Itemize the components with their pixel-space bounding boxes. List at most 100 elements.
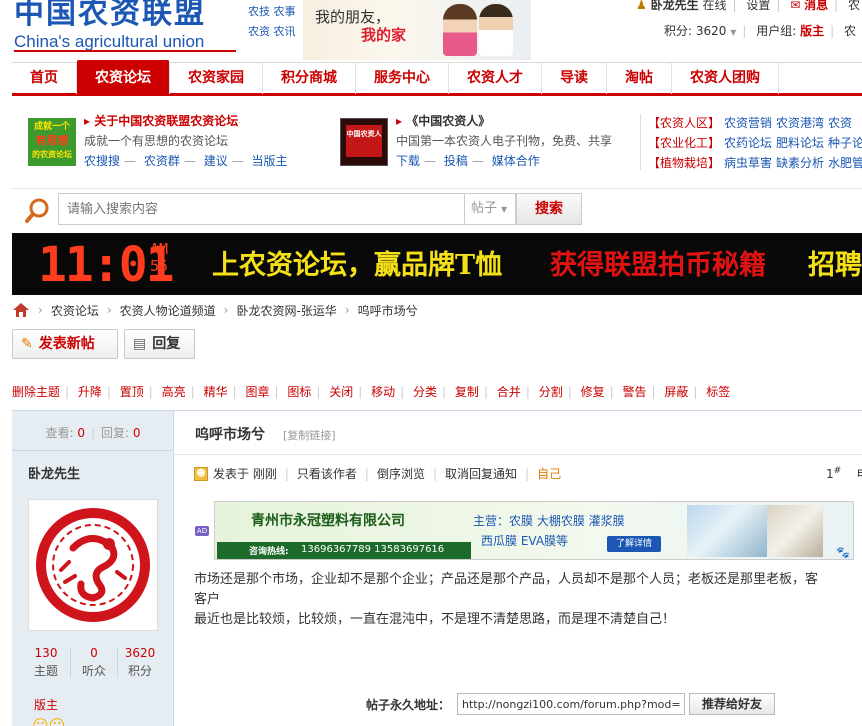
banner-person-icon — [443, 4, 477, 56]
category-link[interactable]: 病虫草害 — [724, 156, 772, 170]
cancel-notify-link[interactable]: 取消回复通知 — [445, 465, 517, 482]
more-link[interactable]: 农 — [848, 0, 860, 12]
recommend-button[interactable]: 推荐给好友 — [689, 693, 775, 715]
mod-move[interactable]: 移动 — [371, 385, 395, 399]
permalink-label: 帖子永久地址： — [366, 698, 451, 712]
online-status[interactable]: 在线 — [702, 0, 726, 12]
search-button[interactable]: 搜索 — [516, 193, 582, 225]
new-post-button[interactable]: ✎ 发表新帖 — [12, 329, 118, 359]
settings-link[interactable]: 设置 — [746, 0, 770, 12]
author-stat-followers[interactable]: 0 听众 — [72, 646, 116, 679]
category-link[interactable]: 农资 — [828, 116, 852, 130]
category-link[interactable]: 肥料论坛 — [776, 136, 824, 150]
breadcrumb-board[interactable]: 卧龙农资网-张运华 — [236, 302, 336, 319]
permalink-input[interactable] — [457, 693, 685, 715]
author-role[interactable]: 版主 — [34, 696, 58, 713]
mod-delete-thread[interactable]: 删除主题 — [12, 385, 60, 399]
header-banner[interactable]: 我的朋友， 我的家 — [303, 0, 531, 60]
post-paragraph: 客户 — [194, 592, 221, 607]
category-link[interactable]: 水肥管 — [828, 156, 862, 170]
mod-close[interactable]: 关闭 — [329, 385, 353, 399]
ad-products-2: 西瓜膜 EVA膜等 — [481, 534, 569, 548]
nav-service-center[interactable]: 服务中心 — [356, 63, 449, 94]
category-label: 【农资人区】 — [648, 116, 721, 130]
username-link[interactable]: 卧龙先生 — [651, 0, 699, 12]
category-link[interactable]: 种子论 — [828, 136, 862, 150]
mod-stamp[interactable]: 图章 — [245, 385, 269, 399]
nav-forum[interactable]: 农资论坛 — [77, 60, 170, 94]
copy-link[interactable]: [复制链接] — [283, 427, 336, 443]
logo-english: China's agricultural union — [14, 32, 205, 51]
breadcrumb-thread[interactable]: 呜呼市场兮 — [358, 302, 418, 319]
promo-link-download[interactable]: 下载 — [396, 154, 420, 168]
promo-link-search[interactable]: 农搜搜 — [84, 154, 120, 168]
mod-copy[interactable]: 复制 — [455, 385, 479, 399]
new-post-label: 发表新帖 — [38, 336, 95, 352]
mod-repair[interactable]: 修复 — [581, 385, 605, 399]
breadcrumb-forum[interactable]: 农资论坛 — [51, 302, 99, 319]
mod-ban[interactable]: 屏蔽 — [664, 385, 688, 399]
mod-merge[interactable]: 合并 — [497, 385, 521, 399]
mod-icon[interactable]: 图标 — [287, 385, 311, 399]
floor-number[interactable]: 1# 电 — [826, 465, 862, 482]
ad-more-button[interactable]: 了解详情 — [607, 536, 661, 552]
mod-highlight[interactable]: 高亮 — [162, 385, 186, 399]
reverse-order-link[interactable]: 倒序浏览 — [377, 465, 425, 482]
nav-guide[interactable]: 导读 — [542, 63, 607, 94]
magazine-promo-title[interactable]: ▸ 《中国农资人》 — [396, 112, 490, 129]
extra-link[interactable]: 农 — [844, 24, 856, 38]
mod-category[interactable]: 分类 — [413, 385, 437, 399]
category-link[interactable]: 农药论坛 — [724, 136, 772, 150]
mod-tag[interactable]: 标签 — [706, 385, 730, 399]
paw-icon[interactable]: 🐾 — [836, 546, 850, 559]
self-link[interactable]: 自己 — [537, 465, 561, 482]
breadcrumb-channel[interactable]: 农资人物论道频道 — [120, 302, 216, 319]
nav-group-buy[interactable]: 农资人团购 — [672, 63, 779, 94]
ad-banner[interactable]: 青州市永冠塑料有限公司 咨询热线: 13696367789 1358369761… — [214, 501, 854, 560]
promo-link-suggest[interactable]: 建议 — [204, 154, 228, 168]
author-stat-points[interactable]: 3620 积分 — [118, 646, 162, 679]
nav-taotie[interactable]: 淘帖 — [607, 63, 672, 94]
category-links: 【农资人区】 农资营销 农资港湾 农资 【农业化工】 农药论坛 肥料论坛 种子论 【植物栽培… — [648, 113, 862, 173]
author-stat-threads[interactable]: 130 主题 — [24, 646, 68, 679]
category-link[interactable]: 农资营销 — [724, 116, 772, 130]
nav-home-garden[interactable]: 农资家园 — [170, 63, 263, 94]
reply-button[interactable]: ▤ 回复 — [124, 329, 195, 359]
promo-link-media[interactable]: 媒体合作 — [492, 154, 540, 168]
nav-home[interactable]: 首页 — [12, 63, 77, 94]
author-name[interactable]: 卧龙先生 — [28, 463, 80, 482]
post-title: 呜呼市场兮 — [195, 427, 265, 443]
reply-label: 回复 — [152, 336, 181, 352]
promo-link-moderator[interactable]: 当版主 — [252, 154, 288, 168]
forum-promo-title[interactable]: ▸ 关于中国农资联盟农资论坛 — [84, 112, 238, 129]
search-input[interactable] — [58, 193, 464, 225]
mod-bump[interactable]: 升降 — [78, 385, 102, 399]
search-type-select[interactable]: 帖子 ▼ — [464, 193, 516, 225]
mod-split[interactable]: 分割 — [539, 385, 563, 399]
user-online-icon: ☻ — [194, 466, 208, 481]
points-menu[interactable]: 积分: 3620 — [664, 24, 726, 38]
mod-warn[interactable]: 警告 — [622, 385, 646, 399]
dragon-seal-icon — [36, 508, 150, 622]
chevron-right-icon: › — [38, 303, 43, 317]
nav-talent[interactable]: 农资人才 — [449, 63, 542, 94]
messages-link[interactable]: 消息 — [804, 0, 828, 12]
magazine-promo-image[interactable]: 中国农资人 — [340, 118, 388, 166]
forum-promo-image[interactable]: 成就一个 有思想 的农资论坛 — [28, 118, 76, 166]
category-link[interactable]: 缺素分析 — [776, 156, 824, 170]
nav-points-mall[interactable]: 积分商城 — [263, 63, 356, 94]
led-ticker[interactable]: 11:01 AM 55 上农资论坛，赢品牌T恤 获得联盟拍币秘籍 招聘 — [12, 233, 862, 295]
promo-link-submit[interactable]: 投稿 — [444, 154, 468, 168]
mod-sticky[interactable]: 置顶 — [120, 385, 144, 399]
logo-chinese[interactable]: 中国农资联盟 — [14, 0, 206, 32]
home-icon[interactable] — [12, 302, 30, 318]
promo-link-groups[interactable]: 农资群 — [144, 154, 180, 168]
category-link[interactable]: 农资港湾 — [776, 116, 824, 130]
post-meta: ☻ 发表于 刚刚 | 只看该作者 | 倒序浏览 | 取消回复通知 | 自己 — [194, 465, 561, 482]
post-meta-divider — [174, 454, 862, 455]
author-only-link[interactable]: 只看该作者 — [297, 465, 357, 482]
user-group-link[interactable]: 版主 — [800, 24, 824, 38]
ad-product-image — [767, 505, 823, 557]
mod-digest[interactable]: 精华 — [204, 385, 228, 399]
avatar[interactable] — [28, 499, 158, 631]
